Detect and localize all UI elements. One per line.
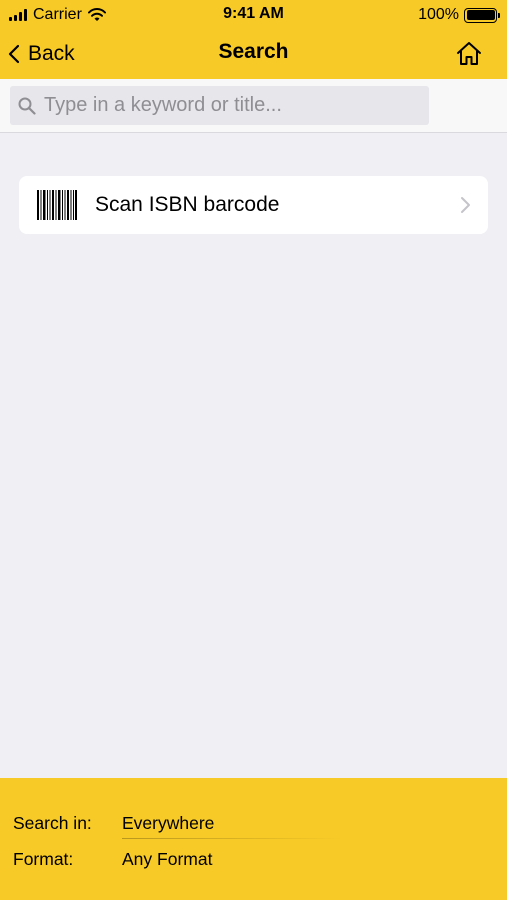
battery-fill [466, 10, 495, 20]
chevron-left-icon [8, 44, 20, 64]
search-area [0, 79, 507, 133]
scan-isbn-button[interactable]: Scan ISBN barcode [19, 176, 488, 234]
search-field[interactable] [10, 86, 429, 125]
scan-isbn-label: Scan ISBN barcode [95, 193, 280, 216]
search-input[interactable] [44, 94, 414, 117]
battery-percent: 100% [418, 6, 459, 23]
status-right: 100% [418, 5, 500, 25]
filter-panel: Search in: Everywhere Format: Any Format [0, 778, 507, 900]
home-icon[interactable] [455, 40, 483, 68]
filter-divider [122, 838, 342, 839]
search-in-label: Search in: [13, 813, 92, 833]
back-button[interactable]: Back [8, 38, 75, 70]
page-title: Search [218, 40, 289, 63]
barcode-icon [37, 190, 77, 220]
format-label: Format: [13, 849, 74, 869]
format-value[interactable]: Any Format [122, 849, 212, 870]
search-icon [18, 97, 36, 115]
back-label: Back [28, 42, 75, 65]
battery-icon [464, 7, 500, 23]
status-bar: Carrier 9:41 AM 100% [0, 0, 507, 30]
chevron-right-icon [461, 197, 470, 213]
nav-bar: Back Search [0, 30, 507, 79]
search-in-value[interactable]: Everywhere [122, 813, 214, 834]
